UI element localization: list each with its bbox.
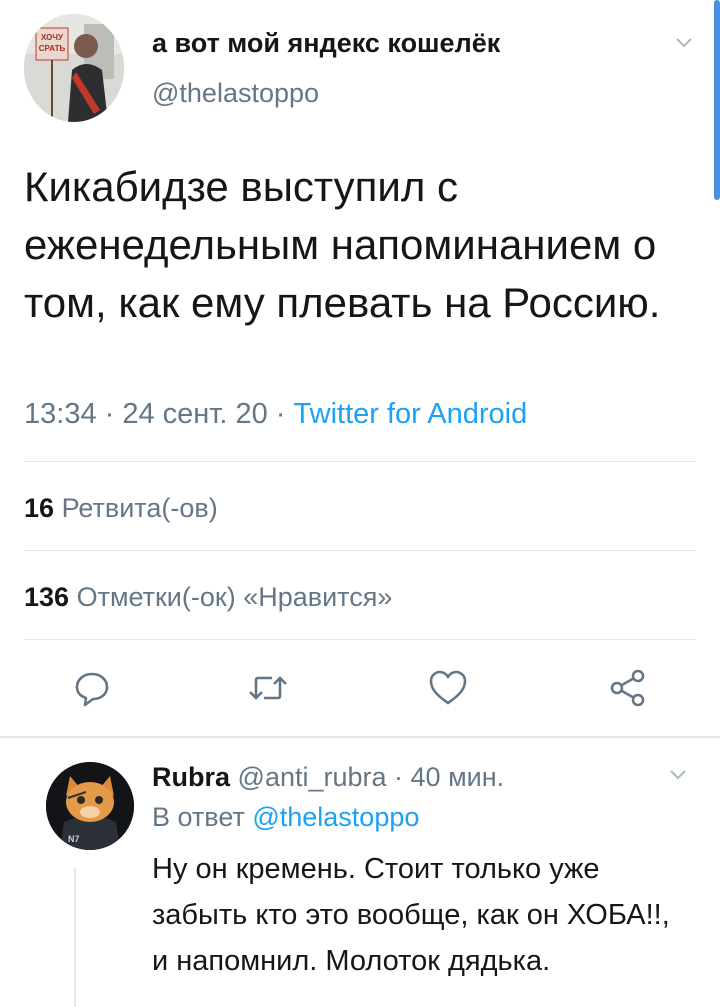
reply-author-name[interactable]: Rubra	[152, 762, 230, 792]
like-icon	[429, 670, 467, 705]
reply-time: · 40 мин.	[394, 762, 505, 792]
thread-line	[74, 868, 76, 1007]
share-icon	[610, 669, 645, 707]
tweet-source-link[interactable]: Twitter for Android	[294, 398, 528, 430]
chevron-down-icon[interactable]	[676, 34, 692, 50]
retweet-icon	[249, 676, 287, 700]
reply-header: Rubra @anti_rubra · 40 мин.	[152, 762, 504, 793]
tweet-time: 13:34 · 24 сент. 20 ·	[24, 398, 286, 430]
avatar-sign-text: ХОЧУ СРАТЬ	[38, 33, 66, 53]
divider	[24, 461, 696, 462]
section-divider	[0, 736, 720, 738]
author-handle[interactable]: @thelastoppo	[152, 78, 319, 109]
reply-to-label: В ответ	[152, 802, 245, 832]
divider	[24, 550, 696, 551]
reply-to-line: В ответ @thelastoppo	[152, 802, 419, 833]
tweet-text: Кикабидзе выступил с еженедельным напоми…	[24, 163, 661, 326]
retweets-label: Ретвита(-ов)	[61, 493, 218, 523]
divider	[24, 639, 696, 640]
likes-stat[interactable]: 136 Отметки(-ок) «Нравится»	[24, 582, 392, 613]
like-button[interactable]	[426, 666, 470, 710]
likes-label: Отметки(-ок) «Нравится»	[76, 582, 393, 612]
share-button[interactable]	[606, 666, 650, 710]
retweets-stat[interactable]: 16 Ретвита(-ов)	[24, 493, 218, 524]
author-name[interactable]: а вот мой яндекс кошелёк	[152, 28, 500, 59]
chevron-down-icon[interactable]	[670, 766, 686, 782]
reply-icon	[75, 672, 109, 707]
reply-button[interactable]	[70, 666, 114, 710]
scrollbar[interactable]	[714, 0, 720, 200]
tweet-meta: 13:34 · 24 сент. 20 · Twitter for Androi…	[24, 398, 527, 431]
retweets-count: 16	[24, 493, 55, 523]
reply-to-mention[interactable]: @thelastoppo	[252, 802, 419, 832]
likes-count: 136	[24, 582, 70, 612]
author-avatar[interactable]: ХОЧУ СРАТЬ	[24, 14, 124, 122]
reply-author-handle[interactable]: @anti_rubra	[238, 762, 387, 792]
reply-text: Ну он кремень. Стоит только уже забыть к…	[152, 853, 670, 977]
reply-author-avatar[interactable]: N7	[46, 762, 134, 850]
retweet-button[interactable]	[246, 666, 290, 710]
avatar-badge-text: N7	[68, 834, 80, 844]
